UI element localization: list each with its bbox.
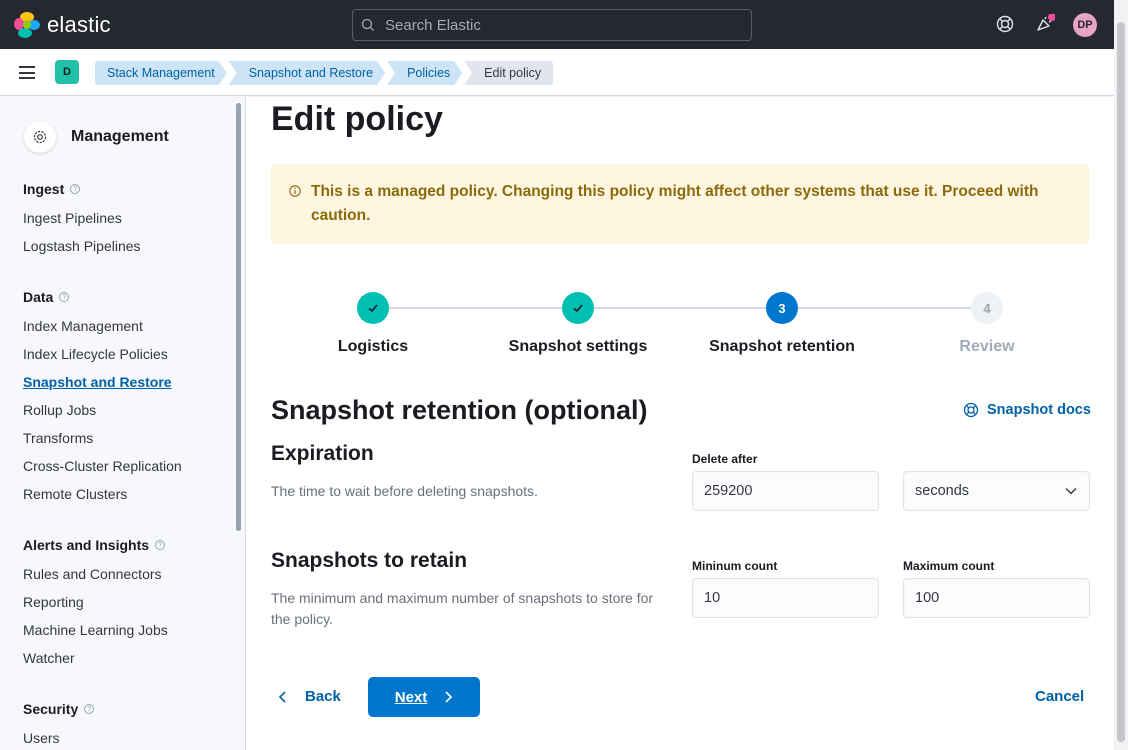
section-title: Snapshot retention (optional): [271, 395, 648, 425]
sidebar-item-rollup-jobs[interactable]: Rollup Jobs: [23, 396, 182, 424]
nav-heading-ingest: Ingest: [23, 181, 65, 197]
time-unit-select[interactable]: seconds: [903, 471, 1090, 511]
sidebar-item-ingest-pipelines[interactable]: Ingest Pipelines: [23, 204, 141, 232]
sidebar-item-transforms[interactable]: Transforms: [23, 424, 182, 452]
step-snapshot-retention[interactable]: 3 Snapshot retention: [682, 292, 882, 356]
retain-description: The minimum and maximum number of snapsh…: [271, 590, 654, 627]
min-count-field[interactable]: [692, 578, 879, 618]
nav-group-alerts-and-insights: Alerts and Insights? Rules and Connector…: [23, 535, 168, 672]
time-unit-value: seconds: [915, 483, 970, 499]
top-header: elastic DP: [0, 0, 1114, 49]
step-label: Review: [959, 338, 1015, 355]
cancel-button[interactable]: Cancel: [1035, 688, 1084, 705]
step-snapshot-settings[interactable]: Snapshot settings: [478, 292, 678, 356]
space-avatar[interactable]: D: [55, 60, 79, 84]
sidebar-item-cross-cluster-replication[interactable]: Cross-Cluster Replication: [23, 452, 182, 480]
global-search[interactable]: [352, 9, 752, 41]
nav-group-ingest: Ingest? Ingest Pipelines Logstash Pipeli…: [23, 179, 141, 260]
info-icon: [289, 185, 301, 197]
managed-policy-callout: This is a managed policy. Changing this …: [271, 164, 1089, 244]
breadcrumb-policies[interactable]: Policies: [387, 61, 462, 85]
help-icon[interactable]: [995, 14, 1015, 34]
chevron-down-icon: [1065, 488, 1077, 495]
min-count-input[interactable]: [704, 590, 867, 606]
menu-icon[interactable]: [19, 66, 35, 79]
newsfeed-icon[interactable]: [1035, 14, 1055, 34]
sidebar-item-snapshot-and-restore[interactable]: Snapshot and Restore: [23, 368, 182, 396]
max-count-field[interactable]: [903, 578, 1090, 618]
search-icon: [361, 18, 374, 31]
stepper: Logistics Snapshot settings 3 Snapshot r…: [271, 292, 1089, 362]
max-count-input[interactable]: [915, 590, 1078, 606]
help-icon[interactable]: ?: [70, 184, 81, 194]
step-review: 4 Review: [887, 292, 1087, 356]
nav-group-security: Security? Users: [23, 699, 95, 750]
sidebar-item-machine-learning-jobs[interactable]: Machine Learning Jobs: [23, 616, 168, 644]
next-button[interactable]: Next: [368, 677, 480, 717]
page-title: Edit policy: [271, 100, 443, 138]
max-count-label: Maximum count: [903, 559, 995, 573]
step-label: Snapshot retention: [709, 338, 855, 355]
sidebar-item-index-management[interactable]: Index Management: [23, 312, 182, 340]
logo-text: elastic: [47, 12, 111, 37]
breadcrumb-bar: D Stack Management Snapshot and Restore …: [0, 49, 1114, 96]
help-icon[interactable]: ?: [84, 704, 95, 714]
sidebar-item-reporting[interactable]: Reporting: [23, 588, 168, 616]
callout-text: This is a managed policy. Changing this …: [311, 183, 1039, 224]
delete-after-field[interactable]: [692, 471, 879, 511]
nav-group-data: Data? Index Management Index Lifecycle P…: [23, 287, 182, 508]
next-button-label: Next: [394, 688, 428, 706]
step-label: Logistics: [337, 338, 409, 355]
sidebar-item-rules-and-connectors[interactable]: Rules and Connectors: [23, 560, 168, 588]
docs-link-label: Snapshot docs: [987, 402, 1091, 418]
min-count-label: Mininum count: [692, 559, 778, 573]
help-icon[interactable]: ?: [155, 540, 166, 550]
search-input[interactable]: [385, 16, 745, 34]
snapshot-docs-link[interactable]: Snapshot docs: [963, 402, 1091, 418]
user-avatar[interactable]: DP: [1073, 13, 1097, 37]
step-number: 3: [766, 292, 798, 324]
chevron-right-icon: [445, 691, 453, 703]
gear-icon: [24, 121, 56, 153]
check-icon: [562, 292, 594, 324]
back-button[interactable]: Back: [277, 688, 341, 705]
sidebar-item-users[interactable]: Users: [23, 724, 94, 750]
sidebar-item-logstash-pipelines[interactable]: Logstash Pipelines: [23, 232, 141, 260]
scrollbar-thumb[interactable]: [1117, 22, 1125, 742]
breadcrumb-stack-management[interactable]: Stack Management: [95, 61, 227, 85]
delete-after-input[interactable]: [704, 483, 867, 499]
main-content: Edit policy This is a managed policy. Ch…: [247, 97, 1114, 750]
sidebar-item-index-lifecycle-policies[interactable]: Index Lifecycle Policies: [23, 340, 182, 368]
window-scrollbar[interactable]: [1114, 0, 1128, 750]
step-logistics[interactable]: Logistics: [273, 292, 473, 356]
management-sidebar: Management Ingest? Ingest Pipelines Logs…: [0, 97, 246, 750]
step-label: Snapshot settings: [508, 338, 648, 355]
step-number: 4: [971, 292, 1003, 324]
delete-after-label: Delete after: [692, 452, 758, 466]
breadcrumb-snapshot-and-restore[interactable]: Snapshot and Restore: [229, 61, 385, 85]
management-header: Management: [24, 121, 169, 153]
elastic-logo[interactable]: elastic: [14, 12, 111, 38]
nav-heading-alerts-and-insights: Alerts and Insights: [23, 537, 150, 553]
breadcrumb: Stack Management Snapshot and Restore Po…: [95, 61, 555, 85]
help-icon: [963, 402, 979, 418]
retain-title: Snapshots to retain: [271, 549, 468, 572]
back-button-label: Back: [305, 688, 341, 705]
sidebar-item-remote-clusters[interactable]: Remote Clusters: [23, 480, 182, 508]
nav-heading-security: Security: [23, 701, 79, 717]
sidebar-item-watcher[interactable]: Watcher: [23, 644, 168, 672]
expiration-title: Expiration: [271, 442, 374, 465]
sidebar-scrollbar[interactable]: [236, 103, 241, 531]
expiration-description: The time to wait before deleting snapsho…: [271, 483, 538, 499]
sidebar-title: Management: [71, 128, 169, 145]
nav-heading-data: Data: [23, 289, 54, 305]
breadcrumb-edit-policy: Edit policy: [464, 61, 554, 85]
elastic-logo-icon: [14, 12, 40, 38]
check-icon: [357, 292, 389, 324]
chevron-left-icon: [278, 690, 286, 703]
help-icon[interactable]: ?: [59, 292, 70, 302]
